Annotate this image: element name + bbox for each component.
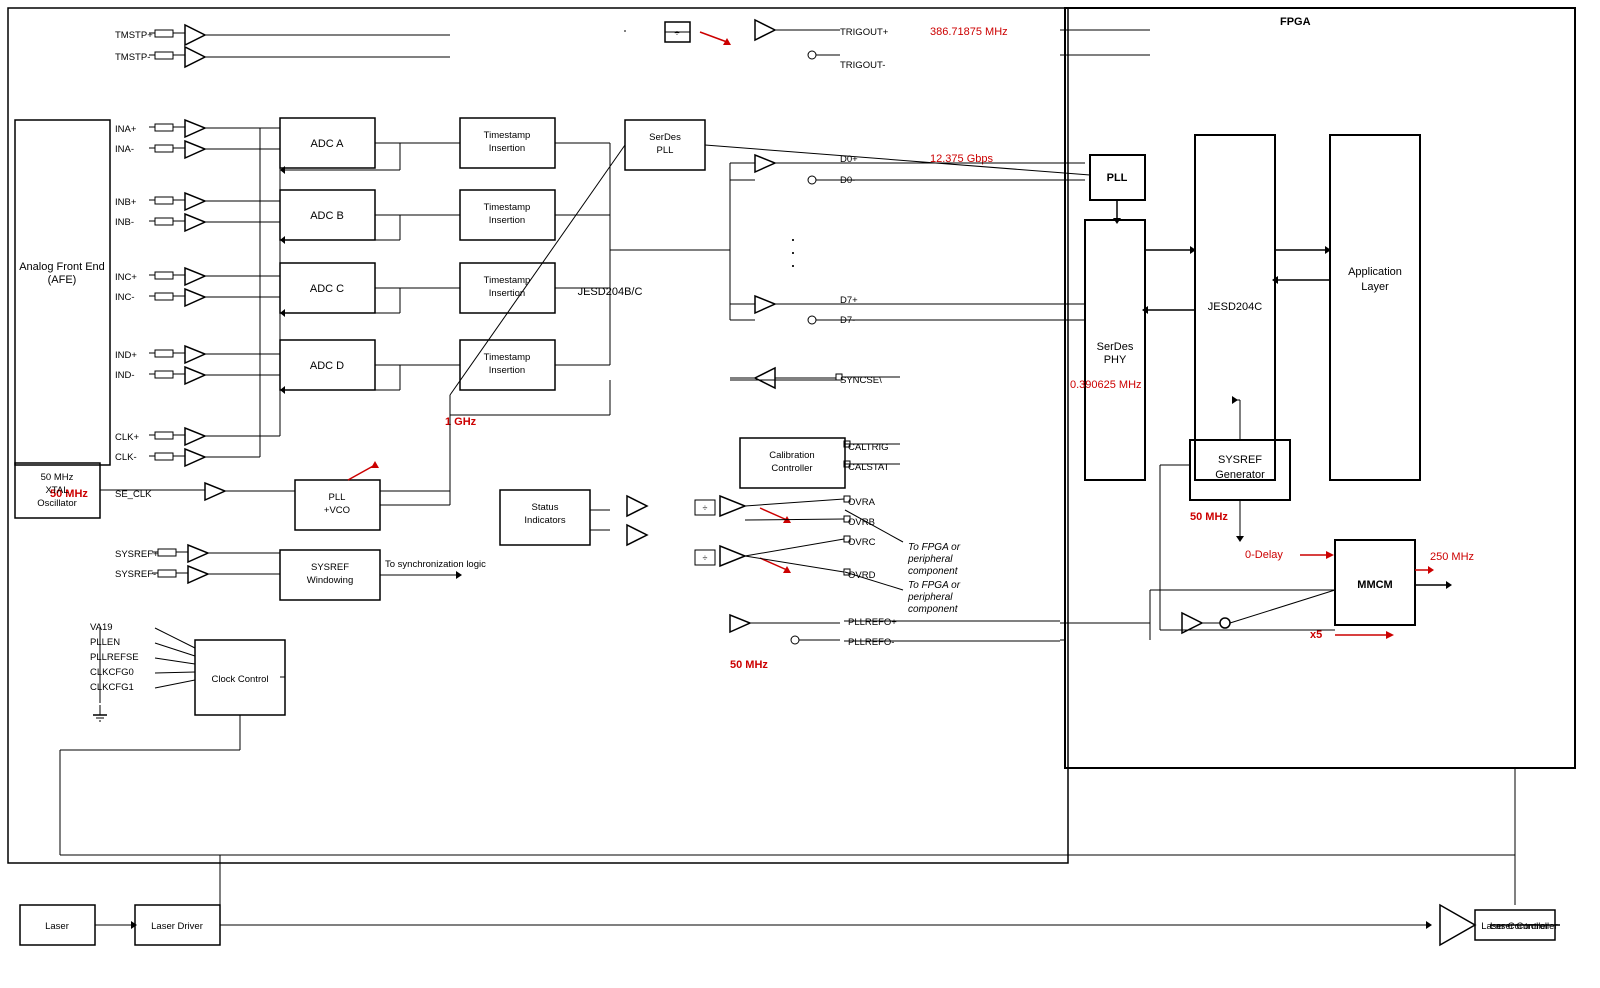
xtal-label2: XTAL: [45, 485, 68, 496]
pllrefse-label: PLLREFSE: [90, 652, 139, 663]
ts-d-label: Timestamp: [484, 352, 531, 363]
clk-plus-label: CLK+: [115, 432, 139, 443]
ts-a-label: Timestamp: [484, 130, 531, 141]
trigout-minus-label: TRIGOUT-: [840, 60, 885, 71]
ind-minus-label: IND-: [115, 370, 135, 381]
ts-c-label: Timestamp: [484, 275, 531, 286]
adc-a-label: ADC A: [310, 138, 344, 150]
ovrc-label: OVRC: [848, 537, 876, 548]
pll-vco-label2: +VCO: [324, 505, 350, 516]
ts-b-label2: Insertion: [489, 215, 525, 226]
zero-delay-label: 0-Delay: [1245, 549, 1283, 561]
ina-plus-label: INA+: [115, 124, 137, 135]
xtal-label: 50 MHz: [41, 472, 74, 483]
adc-d-label: ADC D: [310, 360, 344, 372]
div2-label: ÷: [703, 503, 708, 513]
laser-driver-label: Laser Driver: [151, 921, 203, 932]
pll-label: PLL: [1107, 172, 1128, 184]
serdes-pll-label2: PLL: [657, 145, 674, 156]
sysref-plus-label: SYSREF+: [115, 549, 159, 560]
sysref-windowing-label2: Windowing: [307, 575, 353, 586]
inc-minus-label: INC-: [115, 292, 135, 303]
trigout-plus-label: TRIGOUT+: [840, 27, 889, 38]
clkcfg1-label: CLKCFG1: [90, 682, 134, 693]
to-fpga2-label3: component: [908, 604, 959, 615]
to-fpga1-label3: component: [908, 566, 959, 577]
clkcfg0-label: CLKCFG0: [90, 667, 134, 678]
to-fpga1-label2: peripheral: [907, 554, 953, 565]
cal-controller-label: Calibration: [769, 450, 814, 461]
serdes-phy-label: SerDes: [1097, 341, 1134, 353]
ts-d-label2: Insertion: [489, 365, 525, 376]
sysref-windowing-label: SYSREF: [311, 562, 349, 573]
sysref-gen-label2: Generator: [1215, 469, 1265, 481]
mmcm-label: MMCM: [1357, 579, 1392, 591]
pllrefo-plus-label: PLLREFO+: [848, 617, 897, 628]
freq-250-label: 250 MHz: [1430, 551, 1474, 563]
laser-ctrl-box-label: Laser Controller: [1481, 921, 1549, 932]
se-clk-label: SE_CLK: [115, 489, 152, 500]
ovrd-label: OVRD: [848, 570, 876, 581]
va19-label: VA19: [90, 622, 113, 633]
adc-b-label: ADC B: [310, 210, 344, 222]
ovra-label: OVRA: [848, 497, 876, 508]
freq-50mhz-sysref-label: 50 MHz: [1190, 511, 1228, 523]
tmstp-plus-label: TMSTP+: [115, 30, 153, 41]
afe-label2: (AFE): [48, 274, 77, 286]
ts-b-label: Timestamp: [484, 202, 531, 213]
pllen-label: PLLEN: [90, 637, 120, 648]
freq-390-label: 0.390625 MHz: [1070, 379, 1142, 391]
clk-minus-label: CLK-: [115, 452, 137, 463]
laser-label: Laser: [45, 921, 69, 932]
clock-control-label: Clock Control: [211, 674, 268, 685]
sync-logic-label: To synchronization logic: [385, 559, 486, 570]
dots-label3: ·: [790, 255, 796, 275]
pll-vco-label: PLL: [329, 492, 346, 503]
pllrefo-minus-label: PLLREFO-: [848, 637, 894, 648]
app-layer-label2: Layer: [1361, 281, 1389, 293]
status-ind-label: Status: [532, 502, 559, 513]
cal-controller-label2: Controller: [771, 463, 812, 474]
inc-plus-label: INC+: [115, 272, 137, 283]
freq-386-label: 386.71875 MHz: [930, 26, 1008, 38]
ts-a-label2: Insertion: [489, 143, 525, 154]
sysref-gen-label: SYSREF: [1218, 454, 1262, 466]
to-fpga2-label2: peripheral: [907, 592, 953, 603]
fpga-label: FPGA: [1280, 16, 1311, 28]
ina-minus-label: INA-: [115, 144, 134, 155]
status-ind-label2: Indicators: [524, 515, 565, 526]
inb-minus-label: INB-: [115, 217, 134, 228]
to-fpga2-label: To FPGA or: [908, 580, 961, 591]
serdes-phy-label2: PHY: [1104, 354, 1127, 366]
sysref-minus-label: SYSREF-: [115, 569, 156, 580]
ind-plus-label: IND+: [115, 350, 137, 361]
serdes-pll-label: SerDes: [649, 132, 681, 143]
xtal-label3: Oscillator: [37, 498, 77, 509]
afe-label: Analog Front End: [19, 261, 105, 273]
adc-c-label: ADC C: [310, 283, 344, 295]
div-symbol-label: ÷: [674, 28, 679, 39]
jesd204c-label: JESD204C: [1208, 301, 1262, 313]
app-layer-label: Application: [1348, 266, 1402, 278]
tmstp-minus-label: TMSTP-: [115, 52, 150, 63]
ts-c-label2: Insertion: [489, 288, 525, 299]
inb-plus-label: INB+: [115, 197, 137, 208]
freq-50mhz-bot-label: 50 MHz: [730, 659, 768, 671]
to-fpga1-label: To FPGA or: [908, 542, 961, 553]
x5-label: x5: [1310, 629, 1322, 641]
diagram-container: FPGA Analog Front End (AFE) TMSTP+ TMSTP…: [0, 0, 1600, 985]
div3-label: ÷: [703, 553, 708, 563]
